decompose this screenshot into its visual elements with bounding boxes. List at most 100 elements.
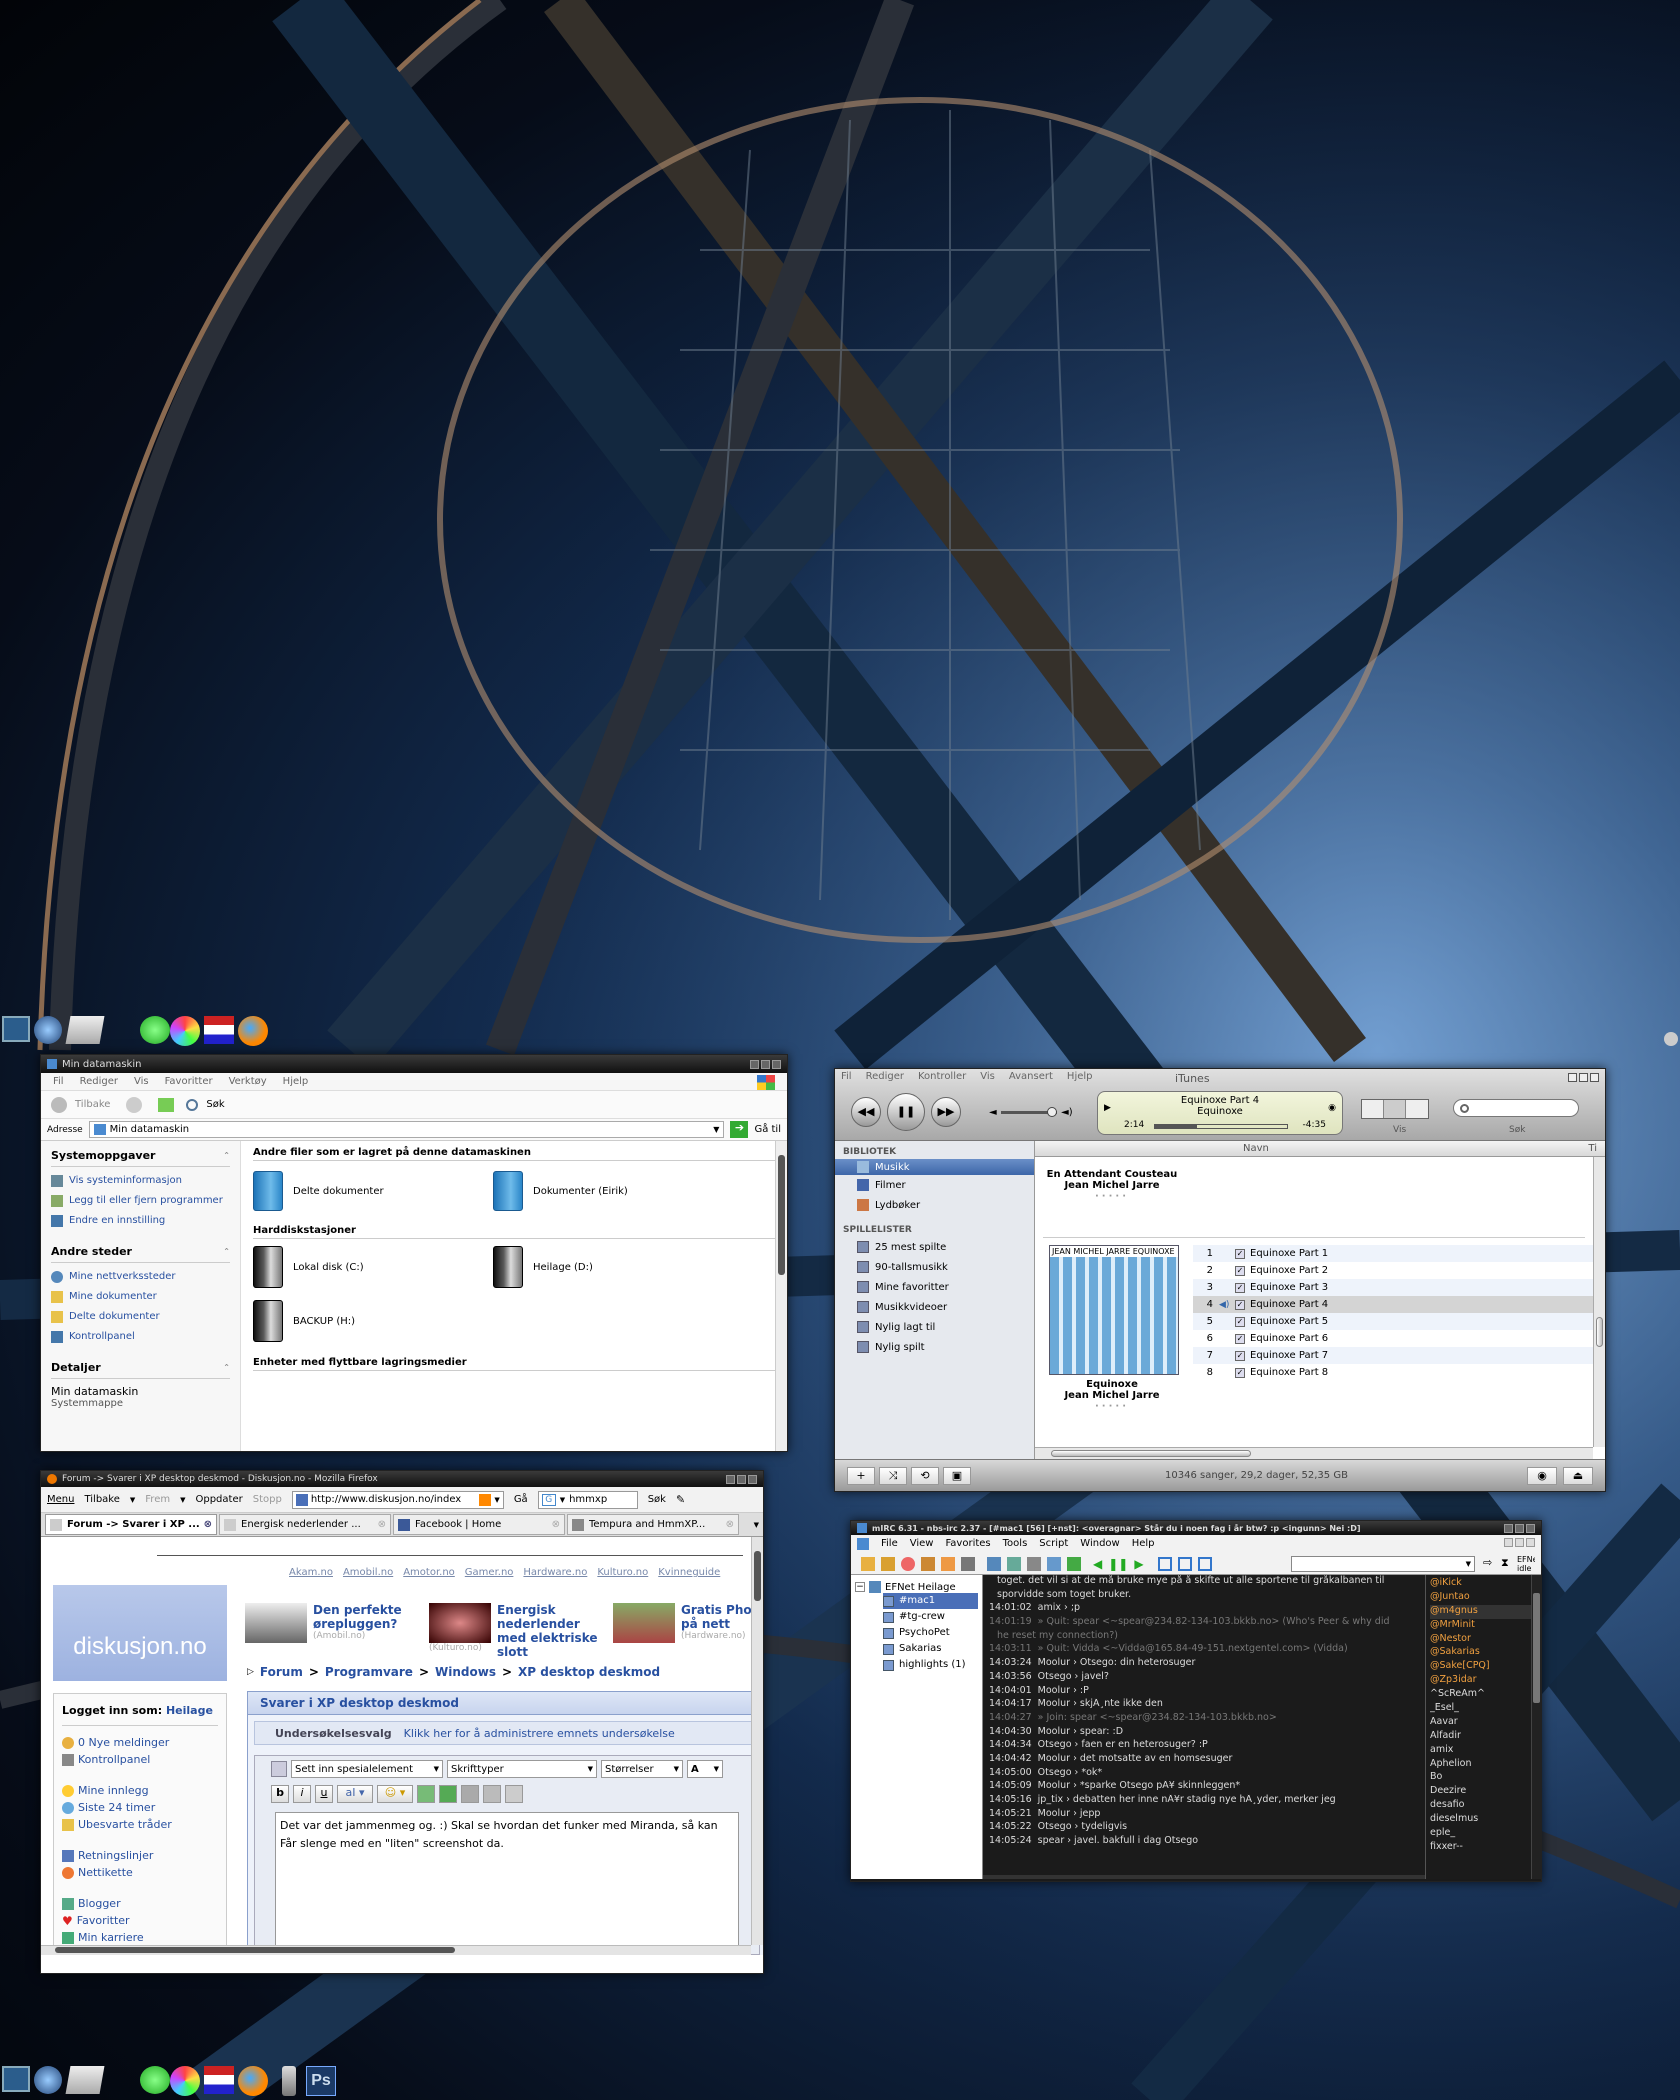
scripts-editor-icon[interactable]	[961, 1556, 975, 1571]
nick-item[interactable]: @Sake[CPQ]	[1430, 1660, 1537, 1674]
maximize-button[interactable]	[1515, 1523, 1524, 1533]
nick-item[interactable]: @Zp3idar	[1430, 1674, 1537, 1688]
site-link[interactable]: Amotor.no	[403, 1567, 455, 1578]
menu-window[interactable]: Window	[1080, 1538, 1119, 1550]
stop-button[interactable]: Stopp	[253, 1494, 282, 1505]
mirc-titlebar[interactable]: mIRC 6.31 - nbs-irc 2.37 - [#mac1 [56] […	[851, 1521, 1541, 1535]
nick-item[interactable]: amix	[1430, 1744, 1537, 1758]
mirc-dropdown[interactable]: ▼	[1291, 1556, 1475, 1572]
track-row[interactable]: 3 ✓ Equinoxe Part 3	[1193, 1279, 1595, 1296]
nick-item[interactable]: @Sakarias	[1430, 1646, 1537, 1660]
blogs-link[interactable]: Blogger	[62, 1895, 218, 1912]
send-file-icon[interactable]	[987, 1556, 1001, 1571]
collapse-icon[interactable]: −	[855, 1582, 865, 1592]
maximize-button[interactable]	[761, 1059, 770, 1069]
place-my-documents[interactable]: Mine dokumenter	[51, 1287, 230, 1307]
close-tab-icon[interactable]: ⊗	[204, 1519, 212, 1530]
poll-link[interactable]: Klikk her for å administrere emnets unde…	[404, 1727, 675, 1740]
item-eirik-documents[interactable]: Dokumenter (Eirik)	[493, 1171, 628, 1211]
breadcrumb-topic[interactable]: XP desktop deskmod	[518, 1665, 660, 1679]
arrow-icon[interactable]: ⇨	[1483, 1556, 1492, 1569]
eject-button[interactable]: ⏏	[1563, 1466, 1593, 1485]
playlist-item[interactable]: Mine favoritter	[835, 1277, 1034, 1297]
search-button[interactable]: Søk	[206, 1099, 224, 1110]
nick-item[interactable]: Aavar	[1430, 1716, 1537, 1730]
tree-item[interactable]: PsychoPet	[883, 1625, 978, 1641]
firefox-icon[interactable]	[238, 2066, 268, 2096]
track-checkbox[interactable]: ✓	[1235, 1248, 1245, 1259]
my-posts-link[interactable]: Mine innlegg	[62, 1782, 218, 1799]
menu-button[interactable]: Menu	[47, 1494, 74, 1505]
playlist-item[interactable]: Nylig lagt til	[835, 1317, 1034, 1337]
spellcheck-button[interactable]	[505, 1785, 523, 1803]
site-link[interactable]: Kulturo.no	[597, 1567, 648, 1578]
site-link[interactable]: Amobil.no	[343, 1567, 393, 1578]
maximize-button[interactable]	[1579, 1073, 1588, 1082]
forward-button[interactable]: Frem	[145, 1494, 170, 1505]
go-button[interactable]: Gå	[514, 1494, 528, 1505]
minimize-button[interactable]	[726, 1474, 735, 1484]
volume-slider[interactable]	[1001, 1107, 1057, 1117]
close-button[interactable]	[748, 1474, 757, 1484]
menu-favorites[interactable]: Favoritter	[165, 1076, 213, 1087]
scroll-thumb[interactable]	[1051, 1450, 1251, 1457]
menu-view[interactable]: View	[910, 1538, 934, 1550]
firefox-titlebar[interactable]: Forum -> Svarer i XP desktop deskmod - D…	[41, 1471, 763, 1487]
media-disc-icon[interactable]	[170, 2066, 200, 2096]
nick-item[interactable]: Deezire	[1430, 1785, 1537, 1799]
received-files-icon[interactable]	[1027, 1556, 1041, 1571]
itunes-hscroll[interactable]	[1035, 1447, 1593, 1459]
rating-dots[interactable]: ·····	[1045, 1191, 1179, 1202]
settings-gear-icon[interactable]	[34, 2066, 62, 2094]
search-button[interactable]: Søk	[648, 1494, 666, 1505]
breadcrumb-forum[interactable]: Forum	[260, 1665, 303, 1679]
track-row[interactable]: 7 ✓ Equinoxe Part 7	[1193, 1347, 1595, 1364]
source-movies[interactable]: Filmer	[835, 1175, 1034, 1195]
folder-up-icon[interactable]	[158, 1097, 175, 1112]
insert-quote-button[interactable]	[461, 1785, 479, 1803]
nick-item[interactable]: _Esel_	[1430, 1702, 1537, 1716]
repeat-button[interactable]: ⟲	[911, 1466, 939, 1485]
nick-item[interactable]: Bo	[1430, 1771, 1537, 1785]
track-row[interactable]: 2 ✓ Equinoxe Part 2	[1193, 1262, 1595, 1279]
chevron-down-icon[interactable]: ▼	[130, 1496, 135, 1504]
nick-item[interactable]: @Juntao	[1430, 1591, 1537, 1605]
favorites-link[interactable]: ♥ Favoritter	[62, 1912, 218, 1929]
insert-image-button[interactable]	[417, 1785, 435, 1803]
back-button[interactable]: Tilbake	[84, 1494, 119, 1505]
documents-icon[interactable]	[65, 2066, 105, 2094]
cascade-icon[interactable]	[1197, 1556, 1212, 1571]
collapse-icon[interactable]: ⌃	[223, 1363, 230, 1372]
hourglass-icon[interactable]: ⧗	[1501, 1556, 1509, 1570]
scroll-thumb[interactable]	[754, 1551, 761, 1601]
track-row[interactable]: 8 ✓ Equinoxe Part 8	[1193, 1364, 1595, 1381]
place-network[interactable]: Mine nettverkssteder	[51, 1267, 230, 1287]
maximize-button[interactable]	[737, 1474, 746, 1484]
scroll-thumb[interactable]	[778, 1155, 785, 1275]
bold-button[interactable]: b	[271, 1785, 289, 1803]
menu-favorites[interactable]: Favorites	[945, 1538, 990, 1550]
chevron-down-icon[interactable]: ▼	[560, 1496, 565, 1504]
media-disc-icon[interactable]	[170, 1016, 200, 1046]
tree-item[interactable]: #tg-crew	[883, 1609, 978, 1625]
nick-item[interactable]: dieselmus	[1430, 1813, 1537, 1827]
search-bar[interactable]: G ▼ hmmxp	[537, 1490, 638, 1509]
address-input[interactable]: Min datamaskin ▼	[88, 1121, 725, 1138]
chevron-down-icon[interactable]: ▼	[713, 1125, 719, 1134]
close-tab-icon[interactable]: ⊗	[726, 1519, 734, 1530]
settings-gear-icon[interactable]	[34, 1016, 62, 1044]
documents-icon[interactable]	[65, 1016, 105, 1044]
nick-item[interactable]: @m4gnus	[1430, 1604, 1537, 1619]
tile-horizontal-icon[interactable]	[1157, 1556, 1172, 1571]
user-link[interactable]: Heilage	[166, 1704, 213, 1717]
track-row[interactable]: 5 ✓ Equinoxe Part 5	[1193, 1313, 1595, 1330]
new-messages-link[interactable]: 0 Nye meldinger	[62, 1734, 218, 1751]
play-icon[interactable]: ▶	[1134, 1557, 1143, 1571]
track-checkbox[interactable]: ✓	[1235, 1316, 1245, 1327]
nick-item[interactable]: ^ScReAm^	[1430, 1688, 1537, 1702]
close-button[interactable]	[772, 1059, 781, 1069]
career-link[interactable]: Min karriere	[62, 1929, 218, 1946]
close-button[interactable]	[1526, 1538, 1535, 1547]
flag-icon[interactable]	[204, 1016, 234, 1044]
go-button[interactable]: Gå til	[754, 1124, 781, 1135]
